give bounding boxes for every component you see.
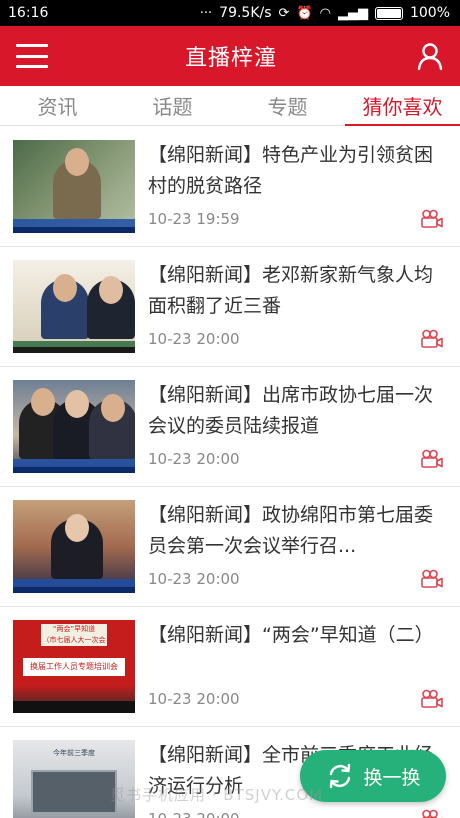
app-bar: 直播梓潼 bbox=[0, 26, 460, 86]
user-profile-icon[interactable] bbox=[414, 40, 446, 72]
news-thumbnail bbox=[13, 380, 135, 473]
news-item[interactable]: 【绵阳新闻】政协绵阳市第七届委员会第一次会议举行召... 10-23 20:00 bbox=[0, 487, 460, 607]
refresh-label: 换一换 bbox=[363, 766, 421, 789]
video-camera-icon bbox=[421, 809, 443, 818]
news-time: 10-23 20:00 bbox=[148, 810, 240, 818]
alarm-icon: ⏰ bbox=[296, 5, 313, 21]
news-item[interactable]: “两会”早知道 （市七届人大一次会议） 换届工作人员专题培训会 【绵阳新闻】“两会… bbox=[0, 607, 460, 727]
news-time: 10-23 20:00 bbox=[148, 570, 240, 588]
thumbnail-caption: “两会”早知道 （市七届人大一次会议） bbox=[41, 624, 107, 655]
news-time: 10-23 20:00 bbox=[148, 330, 240, 348]
news-title: 【绵阳新闻】老邓新家新气象人均面积翻了近三番 bbox=[148, 264, 434, 317]
category-tabs: 资讯 话题 专题 猜你喜欢 bbox=[0, 86, 460, 126]
tab-news[interactable]: 资讯 bbox=[0, 86, 115, 125]
thumbnail-caption: 换届工作人员专题培训会 bbox=[23, 658, 125, 676]
video-camera-icon bbox=[421, 569, 443, 588]
news-time: 10-23 19:59 bbox=[148, 210, 240, 228]
news-thumbnail: 今年前三季度 bbox=[13, 740, 135, 818]
thumbnail-caption: 今年前三季度 bbox=[53, 749, 95, 757]
status-time: 16:16 bbox=[8, 5, 49, 21]
news-time: 10-23 20:00 bbox=[148, 450, 240, 468]
wifi-icon: ◠ bbox=[319, 5, 331, 21]
news-title: 【绵阳新闻】特色产业为引领贫困村的脱贫路径 bbox=[148, 144, 434, 197]
battery-level: 100% bbox=[409, 5, 450, 21]
news-title: 【绵阳新闻】政协绵阳市第七届委员会第一次会议举行召... bbox=[148, 504, 434, 557]
notification-dots: ··· bbox=[199, 5, 213, 21]
tab-recommended[interactable]: 猜你喜欢 bbox=[345, 86, 460, 126]
video-camera-icon bbox=[421, 209, 443, 228]
app-title: 直播梓潼 bbox=[184, 46, 277, 71]
news-time: 10-23 20:00 bbox=[148, 690, 240, 708]
tab-topics[interactable]: 话题 bbox=[115, 86, 230, 125]
video-camera-icon bbox=[421, 329, 443, 348]
news-item[interactable]: 【绵阳新闻】老邓新家新气象人均面积翻了近三番 10-23 20:00 bbox=[0, 247, 460, 367]
video-camera-icon bbox=[421, 689, 443, 708]
news-list: 【绵阳新闻】特色产业为引领贫困村的脱贫路径 10-23 19:59 【绵阳新闻】… bbox=[0, 127, 460, 818]
refresh-icon bbox=[330, 763, 351, 789]
news-title: 【绵阳新闻】出席市政协七届一次会议的委员陆续报道 bbox=[148, 384, 434, 437]
menu-icon[interactable] bbox=[16, 44, 48, 68]
news-thumbnail bbox=[13, 260, 135, 353]
refresh-button[interactable]: 换一换 bbox=[300, 750, 446, 802]
news-thumbnail bbox=[13, 140, 135, 233]
signal-icon: ▂▄▆ bbox=[337, 5, 368, 21]
video-camera-icon bbox=[421, 449, 443, 468]
news-thumbnail: “两会”早知道 （市七届人大一次会议） 换届工作人员专题培训会 bbox=[13, 620, 135, 713]
battery-icon bbox=[374, 6, 403, 20]
network-speed: 79.5K/s bbox=[219, 5, 272, 21]
tab-specials[interactable]: 专题 bbox=[230, 86, 345, 125]
status-indicators: ··· 79.5K/s ⟳ ⏰ ◠ ▂▄▆ 100% bbox=[200, 5, 450, 21]
news-title: 【绵阳新闻】“两会”早知道（二） bbox=[148, 624, 434, 646]
news-item[interactable]: 【绵阳新闻】特色产业为引领贫困村的脱贫路径 10-23 19:59 bbox=[0, 127, 460, 247]
news-thumbnail bbox=[13, 500, 135, 593]
status-bar: 16:16 ··· 79.5K/s ⟳ ⏰ ◠ ▂▄▆ 100% bbox=[0, 0, 460, 26]
sync-icon: ⟳ bbox=[278, 5, 290, 21]
news-item[interactable]: 【绵阳新闻】出席市政协七届一次会议的委员陆续报道 10-23 20:00 bbox=[0, 367, 460, 487]
